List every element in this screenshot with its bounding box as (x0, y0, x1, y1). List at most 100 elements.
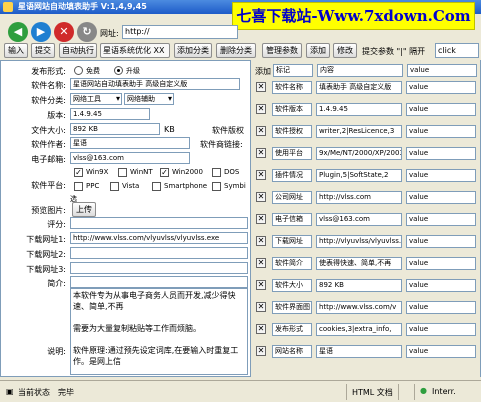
delete-row-icon[interactable]: ✕ (256, 214, 266, 224)
param-key-field[interactable]: 插件情况 (272, 169, 312, 182)
param-content-field[interactable]: cookies,3|extra_info, (316, 323, 402, 336)
param-value-field[interactable]: value (406, 323, 476, 336)
param-value-field[interactable]: value (406, 301, 476, 314)
download3-field[interactable] (70, 262, 248, 274)
param-value-field[interactable]: value (406, 169, 476, 182)
panel-header-value[interactable]: value (407, 64, 477, 77)
delete-row-icon[interactable]: ✕ (256, 236, 266, 246)
version-field[interactable]: 1.4.9.45 (70, 108, 150, 120)
param-key-field[interactable]: 软件大小 (272, 279, 312, 292)
delete-row-icon[interactable]: ✕ (256, 324, 266, 334)
delete-row-icon[interactable]: ✕ (256, 148, 266, 158)
platform-ppc-checkbox[interactable] (74, 182, 83, 191)
delete-row-icon[interactable]: ✕ (256, 104, 266, 114)
param-value-field[interactable]: value (406, 191, 476, 204)
panel-header-content[interactable]: 内容 (317, 64, 403, 77)
platform-symbian-checkbox[interactable] (212, 182, 221, 191)
rating-field[interactable] (70, 217, 248, 229)
submit-button[interactable]: 提交 (31, 43, 55, 58)
param-key-field[interactable]: 发布形式 (272, 323, 312, 336)
param-key-field[interactable]: 软件名称 (272, 81, 312, 94)
param-content-field[interactable]: 9x/Me/NT/2000/XP/2003 (316, 147, 402, 160)
param-content-field[interactable]: 填表助手 高级自定义版 (316, 81, 402, 94)
param-value-field[interactable]: value (406, 125, 476, 138)
param-content-field[interactable]: 892 KB (316, 279, 402, 292)
author-field[interactable]: 星语 (70, 137, 190, 149)
modify-button[interactable]: 修改 (333, 43, 357, 58)
param-content-field[interactable]: 使表得快速、简单,不再 (316, 257, 402, 270)
auto-run-button[interactable]: 自动执行 (59, 43, 97, 58)
delete-row-icon[interactable]: ✕ (256, 126, 266, 136)
intro-field[interactable] (70, 276, 248, 288)
email-label: 电子邮箱: (31, 155, 66, 164)
param-key-field[interactable]: 使用平台 (272, 147, 312, 160)
category-select-2[interactable]: 网络辅助 (124, 93, 174, 105)
param-content-field[interactable]: writer,2|ResLicence,3 (316, 125, 402, 138)
param-content-field[interactable]: 星语 (316, 345, 402, 358)
param-key-field[interactable]: 下载网址 (272, 235, 312, 248)
optimizer-select[interactable]: 星语系统优化 XX (100, 43, 170, 58)
back-icon[interactable]: ◀ (8, 22, 28, 42)
param-key-field[interactable]: 网站名称 (272, 345, 312, 358)
param-value-field[interactable]: value (406, 213, 476, 226)
param-value-field[interactable]: value (406, 345, 476, 358)
param-content-field[interactable]: http://vlyuvlss/vlyuvlss.exe (316, 235, 402, 248)
address-input[interactable]: http:// (122, 25, 238, 39)
radio-upgrade[interactable] (114, 66, 123, 75)
param-content-field[interactable]: vlss@163.com (316, 213, 402, 226)
delete-row-icon[interactable]: ✕ (256, 302, 266, 312)
delete-row-icon[interactable]: ✕ (256, 82, 266, 92)
param-value-field[interactable]: value (406, 81, 476, 94)
param-value-field[interactable]: value (406, 235, 476, 248)
status-doc: HTML 文档 (352, 388, 393, 397)
param-content-field[interactable]: 1.4.9.45 (316, 103, 402, 116)
delete-row-icon[interactable]: ✕ (256, 280, 266, 290)
param-key-field[interactable]: 软件版本 (272, 103, 312, 116)
delete-row-icon[interactable]: ✕ (256, 192, 266, 202)
platform-win2000-checkbox[interactable]: ✓ (160, 168, 169, 177)
window-title: 星语网站自动填表助手 V:1,4,9,45 (18, 2, 147, 11)
manage-params-button[interactable]: 管理参数 (262, 43, 302, 58)
param-key-field[interactable]: 软件授权 (272, 125, 312, 138)
submit-params-input[interactable]: click (435, 43, 479, 58)
param-value-field[interactable]: value (406, 103, 476, 116)
add-category-button[interactable]: 添加分类 (174, 43, 212, 58)
radio-free-label: 免费 (86, 67, 100, 75)
add-button[interactable]: 添加 (306, 43, 330, 58)
refresh-icon[interactable]: ↻ (77, 22, 97, 42)
description-textarea[interactable]: 本软件专为从事电子商务人员而开发,减少得快速、简单,不再 需要为大量复制粘贴等工… (70, 288, 248, 375)
platform-smartphone-checkbox[interactable] (152, 182, 161, 191)
platform-vista-checkbox[interactable] (110, 182, 119, 191)
forward-icon[interactable]: ▶ (31, 22, 51, 42)
upload-button[interactable]: 上传 (72, 202, 96, 217)
param-content-field[interactable]: Plugin,5|SoftState,2 (316, 169, 402, 182)
param-key-field[interactable]: 公司网址 (272, 191, 312, 204)
size-field[interactable]: 892 KB (70, 123, 160, 135)
param-value-field[interactable]: value (406, 279, 476, 292)
param-key-field[interactable]: 软件简介 (272, 257, 312, 270)
platform-win9x-label: Win9X (86, 168, 109, 176)
param-value-field[interactable]: value (406, 257, 476, 270)
platform-dos-checkbox[interactable] (212, 168, 221, 177)
param-content-field[interactable]: http://www.vlss.com/v (316, 301, 402, 314)
param-content-field[interactable]: http://vlss.com (316, 191, 402, 204)
radio-free[interactable] (74, 66, 83, 75)
download1-field[interactable]: http://www.vlss.com/vlyuvlss/vlyuvlss.ex… (70, 232, 248, 244)
platform-winnt-checkbox[interactable] (118, 168, 127, 177)
email-field[interactable]: vlss@163.com (70, 152, 190, 164)
param-value-field[interactable]: value (406, 147, 476, 160)
radio-upgrade-label: 升级 (126, 67, 140, 75)
platform-win9x-checkbox[interactable]: ✓ (74, 168, 83, 177)
stop-icon[interactable]: ✕ (54, 22, 74, 42)
panel-header-tag[interactable]: 标记 (273, 64, 313, 77)
delete-row-icon[interactable]: ✕ (256, 346, 266, 356)
delete-row-icon[interactable]: ✕ (256, 170, 266, 180)
param-key-field[interactable]: 电子信箱 (272, 213, 312, 226)
delete-row-icon[interactable]: ✕ (256, 258, 266, 268)
param-key-field[interactable]: 软件界面图 (272, 301, 312, 314)
input-button[interactable]: 输入 (4, 43, 28, 58)
category-select-1[interactable]: 网络工具 (70, 93, 122, 105)
name-field[interactable]: 星语网站自动填表助手 高级自定义版 (70, 78, 240, 90)
delete-category-button[interactable]: 删除分类 (216, 43, 256, 58)
download2-field[interactable] (70, 247, 248, 259)
